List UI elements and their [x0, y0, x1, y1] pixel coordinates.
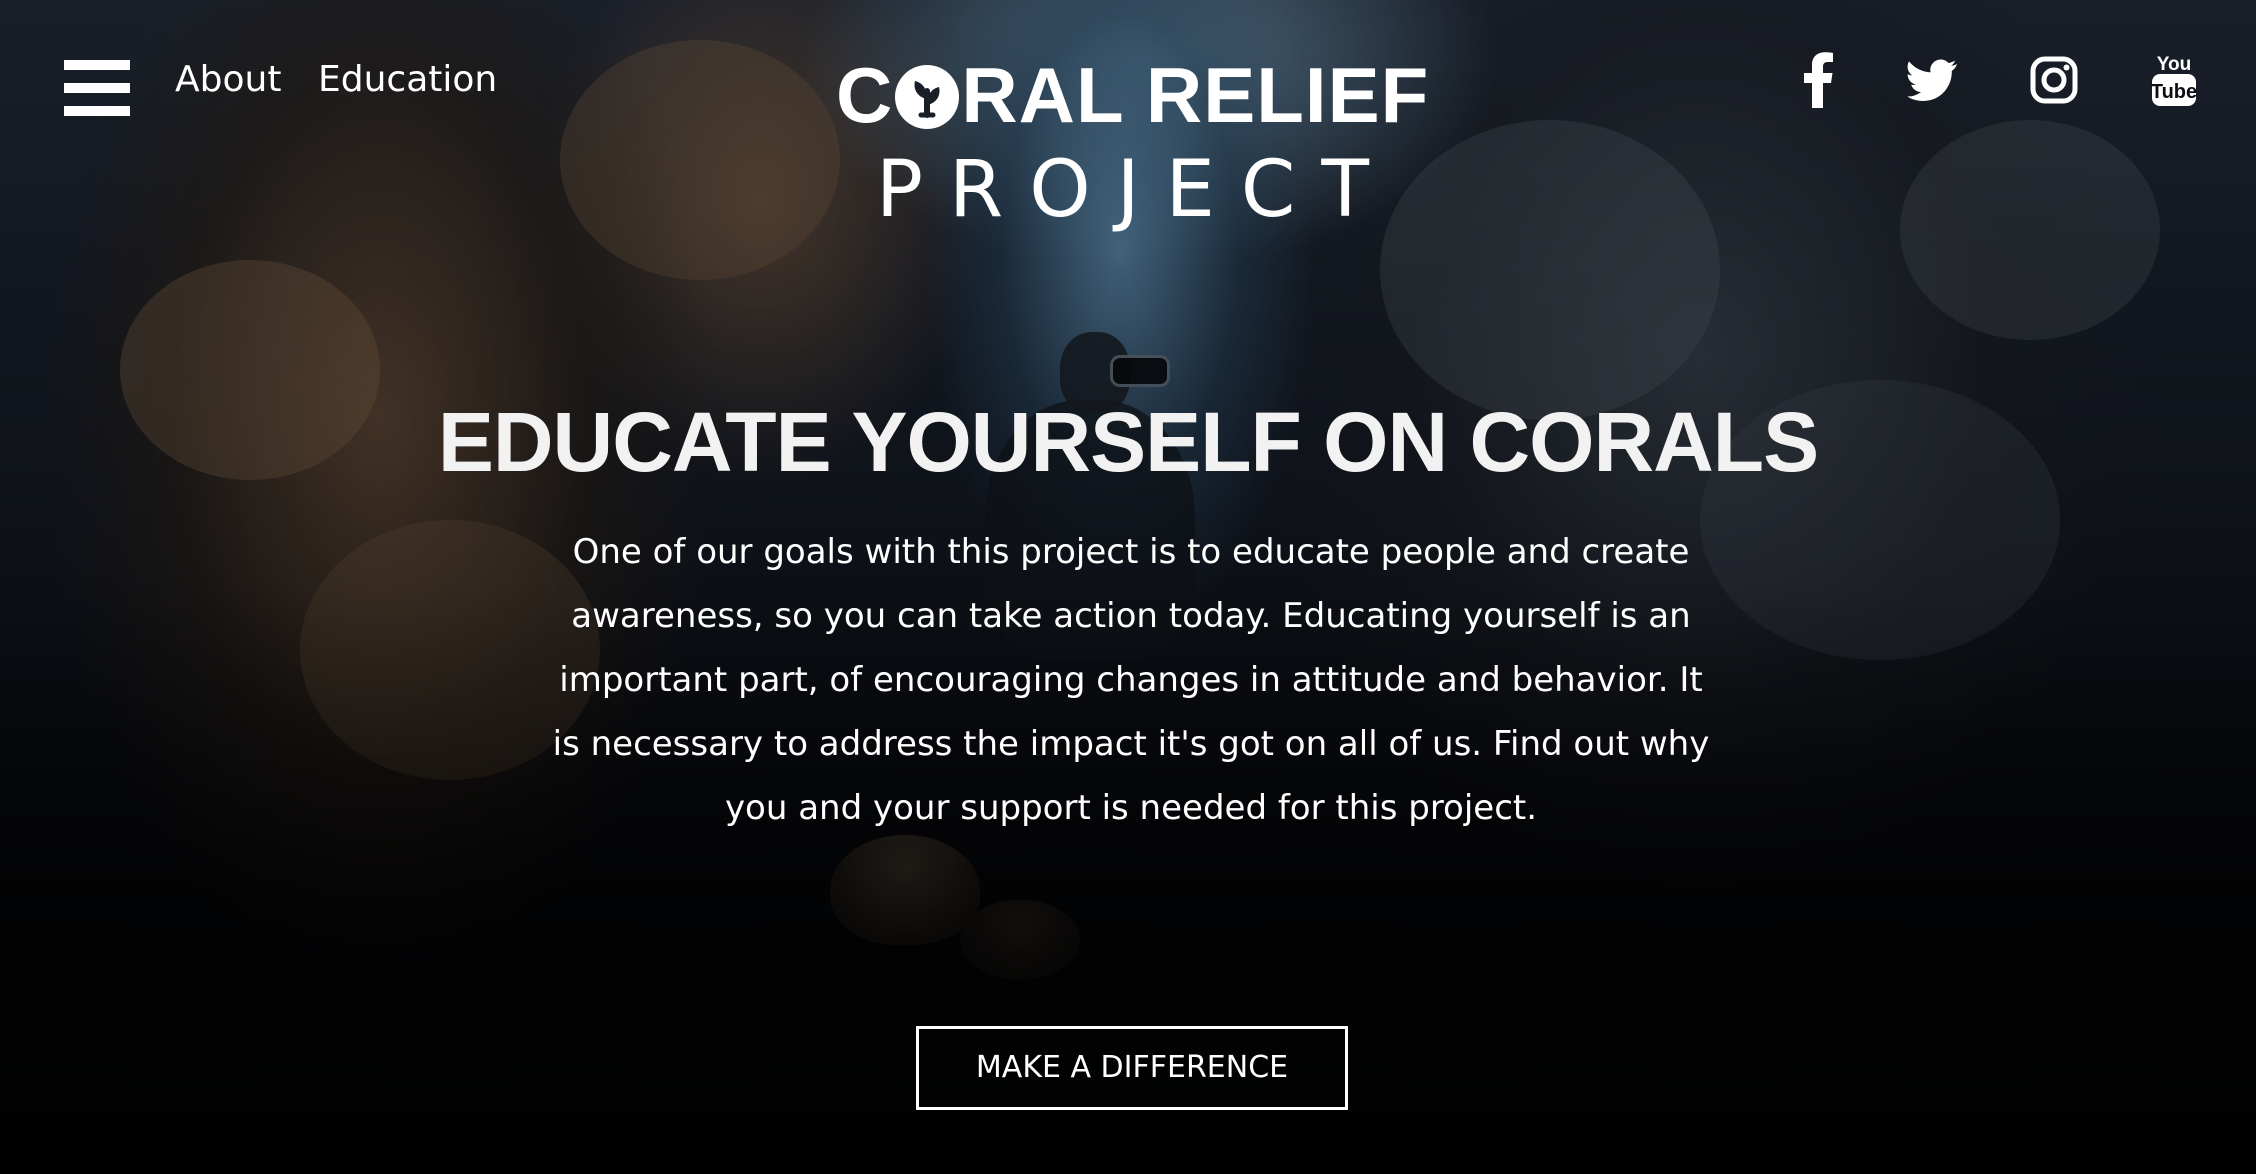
background-rock-texture: [1900, 120, 2160, 340]
coral-leaf-icon: [895, 65, 960, 129]
logo-title: C RAL RELIEF: [836, 56, 1436, 134]
nav-link-about[interactable]: About: [175, 56, 281, 104]
twitter-icon[interactable]: [1900, 48, 1964, 112]
diver-mask: [1110, 355, 1170, 387]
hero-section: About Education C RAL RELIEF PROJECT You…: [0, 0, 2256, 1174]
logo-letter-c: C: [836, 51, 894, 139]
menu-bar: [64, 106, 130, 116]
instagram-icon[interactable]: [2022, 48, 2086, 112]
menu-bar: [64, 83, 130, 93]
nav-link-education[interactable]: Education: [318, 56, 497, 104]
intro-paragraph: One of our goals with this project is to…: [552, 532, 1710, 828]
logo-subtitle: PROJECT: [876, 145, 1396, 235]
coral-rock: [960, 900, 1080, 980]
logo-title-rest: RAL RELIEF: [961, 51, 1430, 139]
coral-rock: [830, 835, 980, 945]
page-headline: EDUCATE YOURSELF ON CORALS: [437, 395, 1819, 489]
hamburger-menu-icon[interactable]: [64, 60, 130, 116]
youtube-icon-text-bottom: Tube: [2151, 81, 2197, 103]
youtube-icon-text-top: You: [2157, 54, 2191, 75]
menu-bar: [64, 60, 130, 70]
background-rock-texture: [560, 40, 840, 280]
youtube-icon[interactable]: You Tube: [2142, 48, 2206, 112]
site-logo[interactable]: C RAL RELIEF PROJECT: [836, 56, 1436, 236]
facebook-icon[interactable]: [1786, 48, 1850, 112]
make-a-difference-button[interactable]: MAKE A DIFFERENCE: [916, 1026, 1348, 1110]
